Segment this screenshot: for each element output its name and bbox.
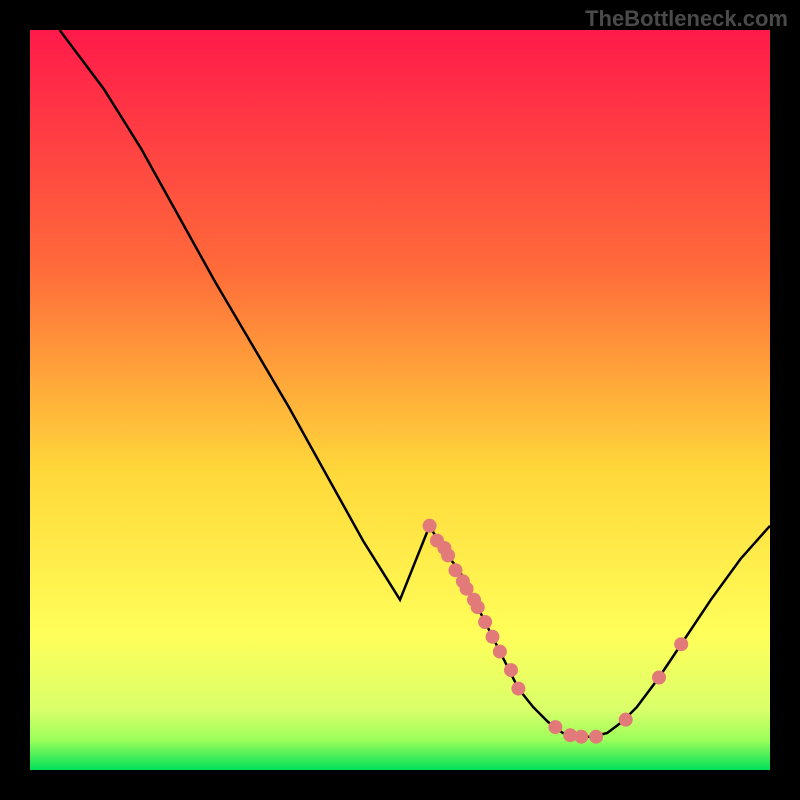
data-marker <box>493 645 507 659</box>
data-marker <box>423 519 437 533</box>
data-marker <box>471 600 485 614</box>
data-marker <box>486 630 500 644</box>
data-marker <box>589 730 603 744</box>
attribution-text: TheBottleneck.com <box>585 6 788 32</box>
data-marker <box>548 720 562 734</box>
data-marker <box>674 637 688 651</box>
chart-svg <box>30 30 770 770</box>
chart-plot-area <box>30 30 770 770</box>
data-marker <box>441 548 455 562</box>
gradient-background <box>30 30 770 770</box>
data-marker <box>511 682 525 696</box>
data-marker <box>574 730 588 744</box>
data-marker <box>652 671 666 685</box>
data-marker <box>504 663 518 677</box>
data-marker <box>619 713 633 727</box>
data-marker <box>478 615 492 629</box>
